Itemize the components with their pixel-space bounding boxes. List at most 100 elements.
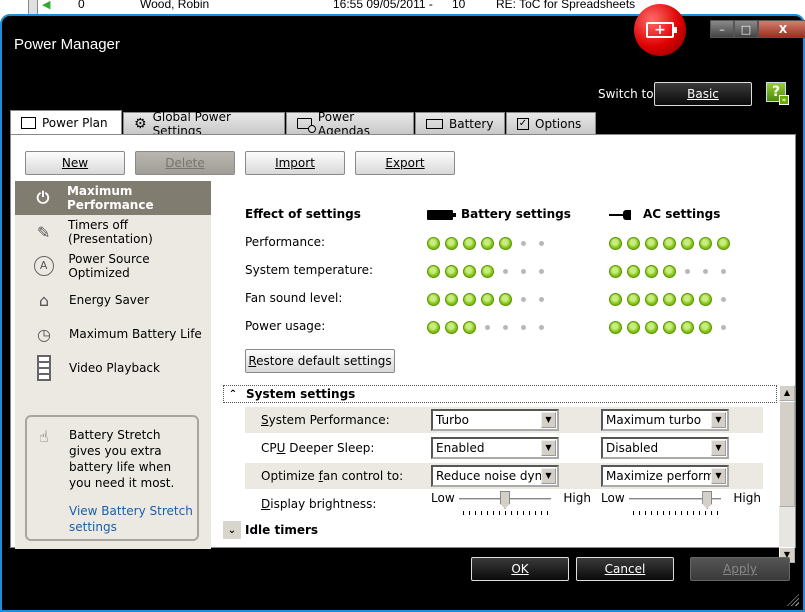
level-dot-filled	[663, 236, 676, 250]
dropdown-arrow-icon: ▼	[541, 440, 556, 456]
section-system-settings[interactable]: ⌃ System settings	[223, 385, 777, 403]
plan-maximum-performance[interactable]: ⏻ Maximum Performance	[15, 181, 211, 215]
level-dot-filled	[427, 292, 440, 306]
level-dot-filled	[609, 320, 622, 334]
tab-bar: Power Plan ⚙ Global Power Settings Power…	[10, 110, 597, 138]
plan-power-source-optimized[interactable]: A Power Source Optimized	[15, 249, 211, 283]
hand-ribbon-icon: ☝	[39, 427, 49, 446]
maximize-button[interactable]: □	[734, 20, 758, 38]
level-dot-filled	[427, 320, 440, 334]
battery-icon	[427, 209, 456, 220]
tab-battery[interactable]: Battery	[415, 112, 505, 134]
level-dot-filled	[463, 292, 476, 306]
brightness-battery-slider[interactable]: Low High	[431, 489, 591, 515]
level-dot-empty	[535, 237, 548, 250]
new-button[interactable]: New	[25, 151, 125, 175]
plan-label: Power Source Optimized	[68, 252, 150, 280]
auto-icon: A	[31, 254, 56, 278]
battery-stretch-box: ☝ Battery Stretch gives you extra batter…	[25, 415, 199, 541]
tab-power-agendas[interactable]: Power Agendas	[286, 110, 414, 138]
level-dot-filled	[663, 320, 676, 334]
setting-label: System Performance:	[261, 413, 390, 427]
level-dot-filled	[699, 292, 712, 306]
bg-subject: RE: ToC for Spreadsheets	[496, 0, 636, 11]
apply-button[interactable]: Apply	[690, 557, 790, 581]
level-dot-filled	[681, 292, 694, 306]
battery-settings-header: Battery settings	[427, 207, 571, 221]
dropdown-arrow-icon: ▼	[711, 468, 726, 484]
battery-stretch-link[interactable]: View Battery Stretch settings	[69, 503, 193, 535]
slider-ticks	[633, 511, 719, 515]
cpu-deeper-sleep-battery-select[interactable]: Enabled ▼	[431, 437, 559, 459]
level-dot-empty	[535, 265, 548, 278]
chevron-down-icon: ⌄	[223, 521, 241, 539]
plan-energy-saver[interactable]: ⌂ Energy Saver	[15, 283, 211, 317]
tab-options[interactable]: ✓ Options	[506, 112, 596, 134]
delete-label: Delete	[165, 156, 205, 170]
plan-timers-off[interactable]: ✎ Timers off (Presentation)	[15, 215, 211, 249]
export-button[interactable]: Export	[355, 151, 455, 175]
switch-basic-button[interactable]: Basic	[654, 82, 752, 106]
projector-icon: ✎	[36, 222, 51, 242]
level-dot-filled	[609, 236, 622, 250]
level-dot-filled	[427, 236, 440, 250]
cpu-deeper-sleep-ac-select[interactable]: Disabled ▼	[601, 437, 729, 459]
battery-stretch-text: Battery Stretch gives you extra battery …	[69, 428, 175, 490]
resize-grip[interactable]	[787, 594, 799, 606]
plan-list: ⏻ Maximum Performance ✎ Timers off (Pres…	[15, 181, 211, 549]
tab-power-plan[interactable]: Power Plan	[10, 110, 122, 134]
power-icon: ⏻	[36, 188, 50, 207]
tab-label: Options	[535, 116, 582, 131]
level-dot-filled	[663, 264, 676, 278]
level-dot-filled	[481, 236, 494, 250]
select-value: Disabled	[606, 441, 659, 455]
settings-scrollbar[interactable]: ▲ ▼	[779, 385, 795, 563]
select-value: Turbo	[436, 413, 470, 427]
slider-thumb[interactable]	[702, 491, 713, 509]
system-performance-battery-select[interactable]: Turbo ▼	[431, 409, 559, 431]
level-dot-filled	[463, 320, 476, 334]
settings-scroll-area: ⌃ System settings System Performance: Tu…	[223, 385, 795, 545]
scroll-up-button[interactable]: ▲	[779, 385, 795, 401]
plan-maximum-battery-life[interactable]: ◷ Maximum Battery Life	[15, 317, 211, 351]
import-label: Import	[275, 156, 315, 170]
fan-control-ac-select[interactable]: Maximize performa ▼	[601, 465, 729, 487]
help-icon[interactable]: ?»	[766, 82, 789, 105]
tab-label: Power Plan	[42, 115, 108, 130]
section-idle-timers[interactable]: ⌄ Idle timers	[223, 521, 318, 539]
system-performance-ac-select[interactable]: Maximum turbo ▼	[601, 409, 729, 431]
battery-icon	[426, 118, 443, 129]
close-button[interactable]: X	[758, 20, 805, 38]
bg-sender: Wood, Robin	[140, 0, 210, 11]
level-dot-empty	[517, 293, 530, 306]
level-dot-filled	[681, 320, 694, 334]
level-dot-empty	[717, 265, 730, 278]
plan-label: Maximum Performance	[66, 184, 154, 212]
minimize-button[interactable]: –	[710, 20, 734, 38]
battery-level-indicator	[427, 292, 548, 306]
setting-system-performance: System Performance: Turbo ▼ Maximum turbo…	[245, 407, 763, 433]
fan-control-battery-select[interactable]: Reduce noise dynar ▼	[431, 465, 559, 487]
reply-arrow-icon: ◀	[42, 0, 51, 11]
new-label: New	[61, 156, 89, 170]
restore-defaults-label: Restore default settings	[248, 354, 392, 368]
level-dot-filled	[445, 264, 458, 278]
level-dot-empty	[499, 265, 512, 278]
ok-button[interactable]: OK	[471, 557, 569, 581]
level-dot-filled	[481, 264, 494, 278]
cancel-button[interactable]: Cancel	[576, 557, 674, 581]
ac-level-indicator	[609, 320, 730, 334]
checkbox-icon: ✓	[517, 117, 529, 130]
tab-global-power-settings[interactable]: ⚙ Global Power Settings	[123, 110, 285, 138]
import-button[interactable]: Import	[245, 151, 345, 175]
delete-button[interactable]: Delete	[135, 151, 235, 175]
battery-header-label: Battery settings	[461, 207, 571, 221]
slider-thumb[interactable]	[500, 491, 510, 509]
select-value: Enabled	[436, 441, 485, 455]
brightness-ac-slider[interactable]: Low High	[601, 489, 761, 515]
scroll-thumb[interactable]	[779, 401, 795, 507]
restore-defaults-button[interactable]: Restore default settings	[245, 349, 395, 373]
level-dot-filled	[463, 236, 476, 250]
plan-video-playback[interactable]: Video Playback	[15, 351, 211, 385]
plan-label: Video Playback	[69, 361, 160, 375]
